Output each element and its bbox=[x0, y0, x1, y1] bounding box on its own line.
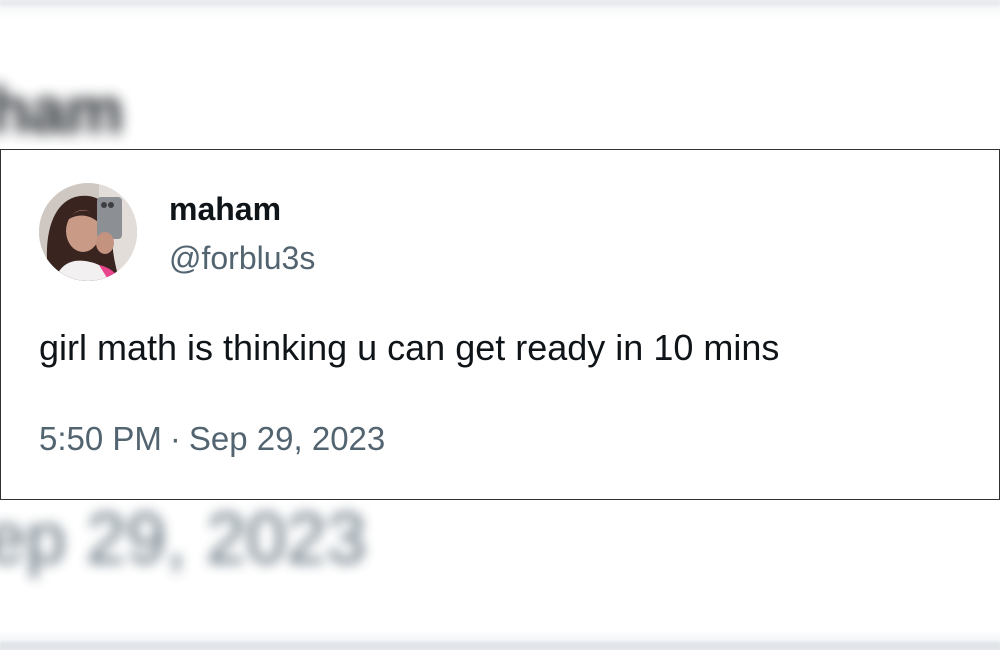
background-bottom-strip bbox=[0, 642, 1000, 650]
tweet-card: maham @forblu3s girl math is thinking u … bbox=[0, 149, 1000, 500]
display-name[interactable]: maham bbox=[169, 191, 281, 228]
tweet-time: 5:50 PM bbox=[39, 420, 162, 457]
timestamp-separator: · bbox=[169, 420, 181, 457]
tweet-text: girl math is thinking u can get ready in… bbox=[39, 327, 780, 368]
background-top-strip bbox=[0, 0, 1000, 6]
background-blurred-date: ep 29, 2023 bbox=[0, 499, 367, 579]
username-handle[interactable]: @forblu3s bbox=[169, 240, 315, 277]
profile-photo-icon bbox=[39, 183, 137, 281]
tweet-timestamp[interactable]: 5:50 PM · Sep 29, 2023 bbox=[39, 420, 385, 458]
background-blurred-name: ham bbox=[0, 73, 124, 147]
avatar[interactable] bbox=[39, 183, 137, 281]
tweet-date: Sep 29, 2023 bbox=[188, 420, 386, 457]
